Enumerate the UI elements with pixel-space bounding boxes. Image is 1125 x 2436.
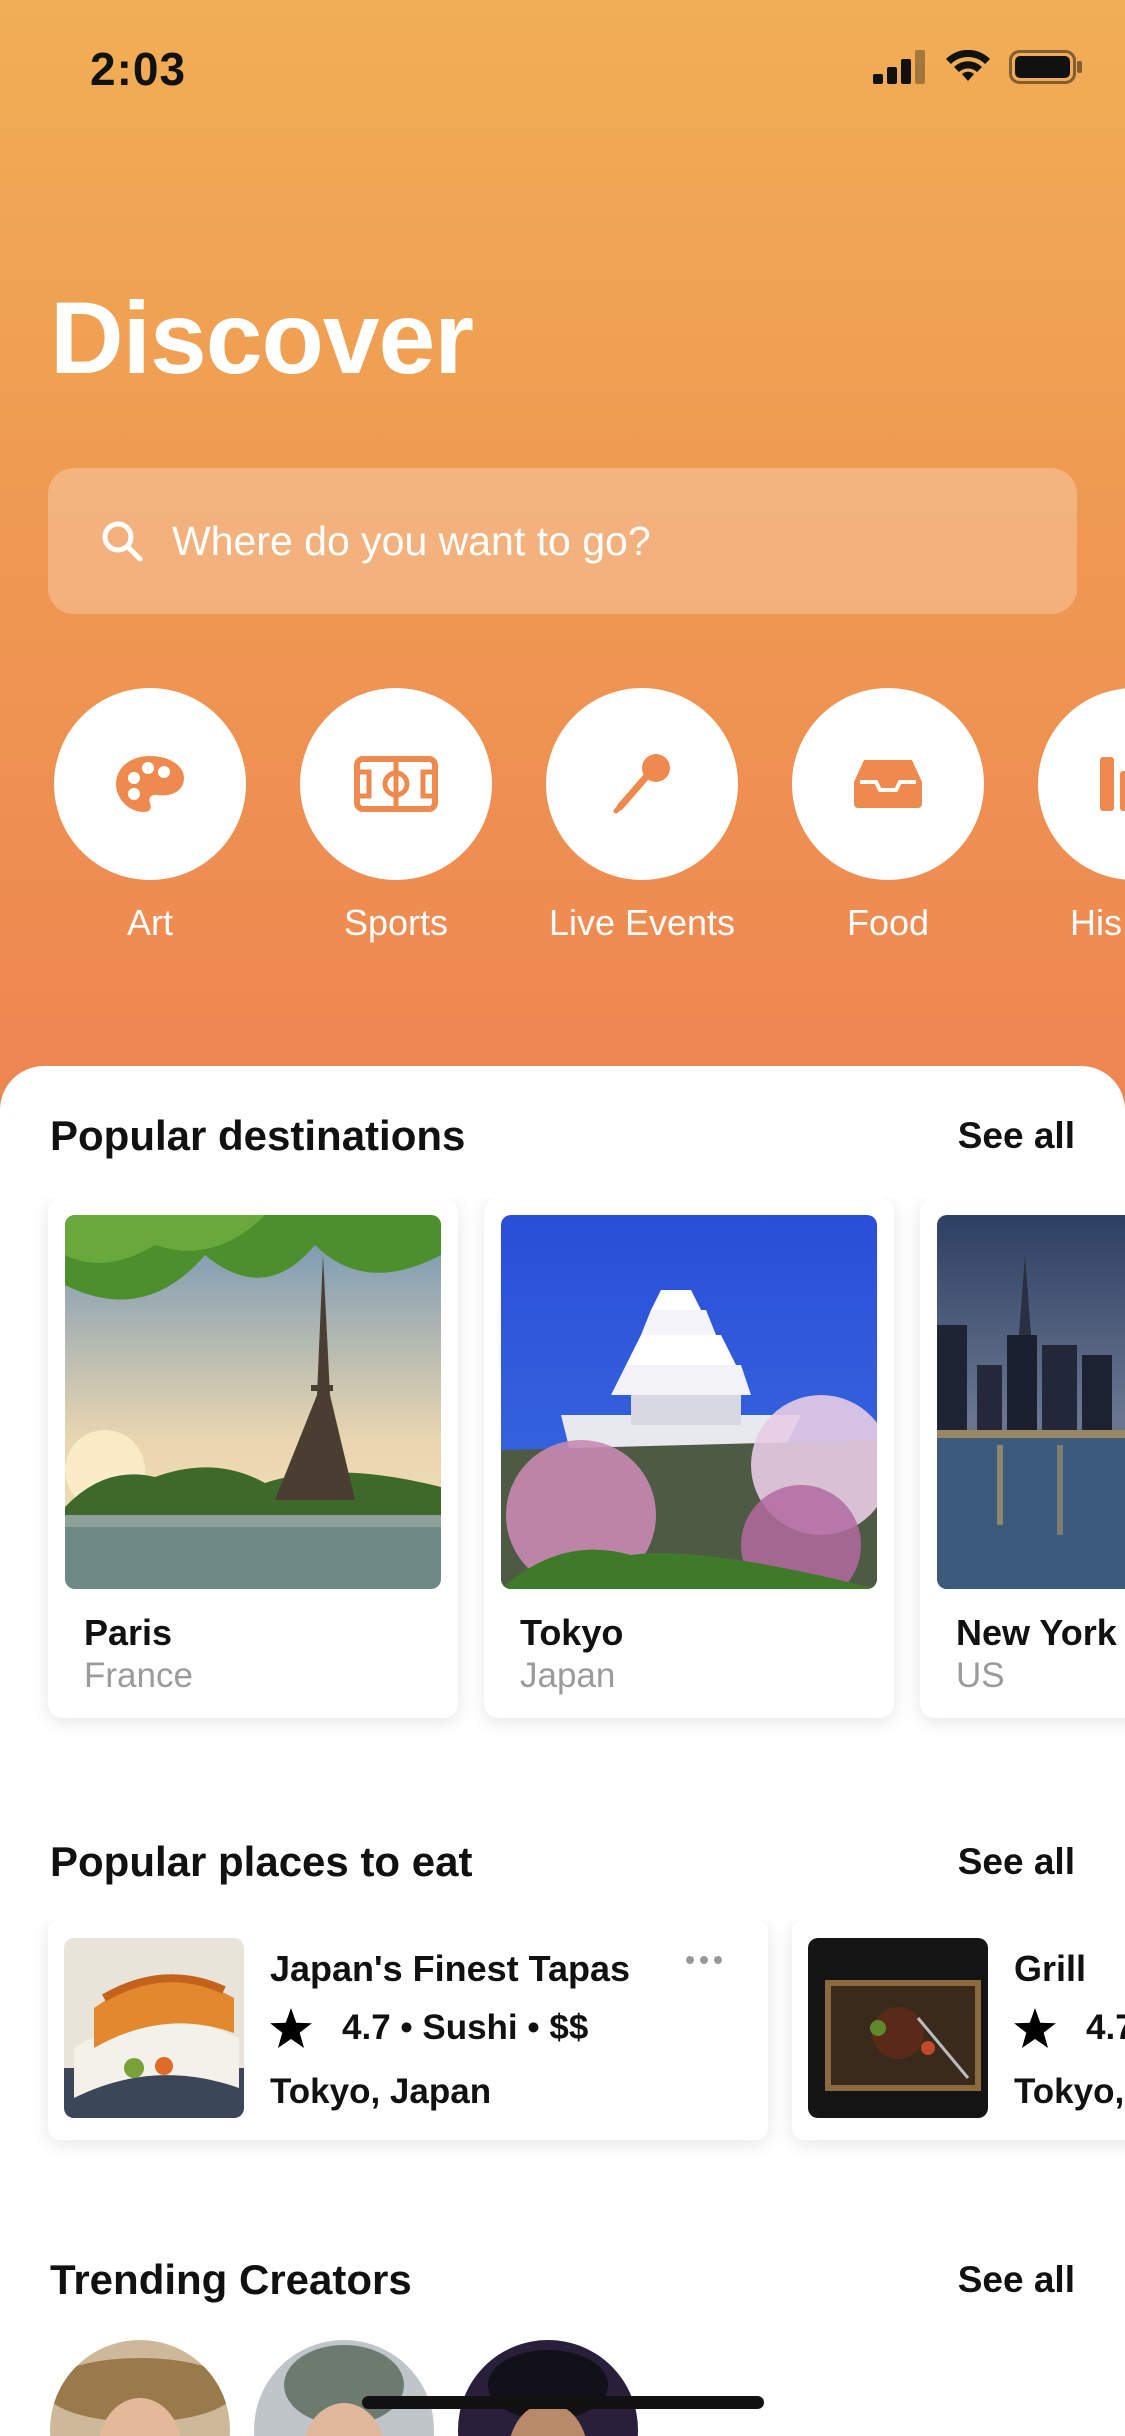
status-icons [873, 50, 1083, 84]
home-indicator [362, 2396, 764, 2409]
category-history-circle [1038, 688, 1125, 880]
restaurant-card[interactable]: Grill 4.7 Tokyo, [792, 1920, 1125, 2140]
restaurant-card[interactable]: Japan's Finest Tapas 4.7 • Sushi • $$ To… [48, 1920, 768, 2140]
tokyo-image [501, 1215, 877, 1589]
category-sports-label: Sports [343, 902, 449, 943]
destination-card[interactable]: Paris France [48, 1198, 458, 1718]
restaurant-rating-row: 4.7 [1014, 2008, 1125, 2048]
destination-country: Japan [520, 1656, 616, 1695]
paris-image [65, 1215, 441, 1589]
category-food[interactable]: Food [792, 688, 984, 944]
category-list: Art Sports Live Events Food His [0, 688, 1125, 958]
sushi-image [64, 1938, 244, 2118]
page-title: Discover [50, 281, 474, 395]
history-icon [1100, 757, 1125, 811]
category-live-events-circle [546, 688, 738, 880]
destination-country: France [84, 1656, 193, 1695]
category-sports[interactable]: Sports [300, 688, 492, 944]
creator-avatar[interactable] [458, 2340, 638, 2436]
battery-icon [1009, 50, 1082, 84]
see-all-eat-button[interactable]: See all [958, 1841, 1075, 1883]
destination-card[interactable]: New York US [920, 1198, 1125, 1718]
star-icon [270, 2008, 312, 2048]
restaurant-location: Tokyo, [1014, 2072, 1125, 2111]
category-food-label: Food [846, 902, 930, 943]
restaurant-rating: 4.7 • Sushi • $$ [342, 2008, 589, 2047]
category-art[interactable]: Art [54, 688, 246, 944]
more-icon[interactable] [686, 1956, 722, 1964]
category-art-circle [54, 688, 246, 880]
search-bar[interactable]: Where do you want to go? [48, 468, 1077, 614]
popular-destinations-header: Popular destinations See all [50, 1112, 1075, 1160]
restaurant-name: Grill [1014, 1948, 1087, 1989]
status-bar: 2:03 [0, 0, 1125, 140]
status-time: 2:03 [90, 43, 187, 95]
destination-city: Tokyo [520, 1612, 624, 1653]
content-sheet: Popular destinations See all Paris Franc… [0, 1066, 1125, 2436]
new-york-image [937, 1215, 1125, 1589]
popular-eat-header: Popular places to eat See all [50, 1838, 1075, 1886]
destination-list: Paris France Tokyo Japan New York US [0, 1198, 1125, 1738]
see-all-creators-button[interactable]: See all [958, 2259, 1075, 2301]
trending-creators-header: Trending Creators See all [50, 2256, 1075, 2304]
see-all-destinations-button[interactable]: See all [958, 1115, 1075, 1157]
destination-card[interactable]: Tokyo Japan [484, 1198, 894, 1718]
wifi-icon [946, 50, 990, 81]
star-icon [1014, 2008, 1056, 2048]
restaurant-rating: 4.7 [1086, 2008, 1125, 2047]
category-live-events-label: Live Events [548, 902, 736, 943]
creator-avatar[interactable] [254, 2340, 434, 2436]
category-sports-circle [300, 688, 492, 880]
trending-creators-title: Trending Creators [50, 2256, 412, 2303]
category-live-events[interactable]: Live Events [546, 688, 738, 944]
cellular-signal-icon [873, 50, 925, 84]
field-icon [354, 756, 438, 812]
restaurant-location: Tokyo, Japan [270, 2072, 492, 2111]
category-food-circle [792, 688, 984, 880]
restaurant-name: Japan's Finest Tapas [270, 1948, 631, 1989]
popular-destinations-title: Popular destinations [50, 1112, 466, 1159]
search-placeholder: Where do you want to go? [172, 517, 651, 564]
creator-list [0, 2340, 1125, 2436]
destination-country: US [956, 1656, 1005, 1695]
destination-city: New York [956, 1612, 1117, 1653]
grill-image [808, 1938, 988, 2118]
popular-eat-title: Popular places to eat [50, 1838, 473, 1885]
category-history[interactable]: His [1038, 688, 1125, 944]
category-art-label: Art [126, 902, 173, 943]
search-icon [102, 521, 143, 562]
restaurant-rating-row: 4.7 • Sushi • $$ [270, 2008, 588, 2048]
microphone-icon [613, 754, 670, 814]
restaurant-list: Japan's Finest Tapas 4.7 • Sushi • $$ To… [0, 1920, 1125, 2160]
palette-icon [116, 756, 184, 812]
creator-avatar[interactable] [50, 2340, 230, 2436]
tray-icon [854, 760, 922, 808]
destination-city: Paris [84, 1612, 173, 1653]
category-history-label: His [1070, 902, 1122, 943]
